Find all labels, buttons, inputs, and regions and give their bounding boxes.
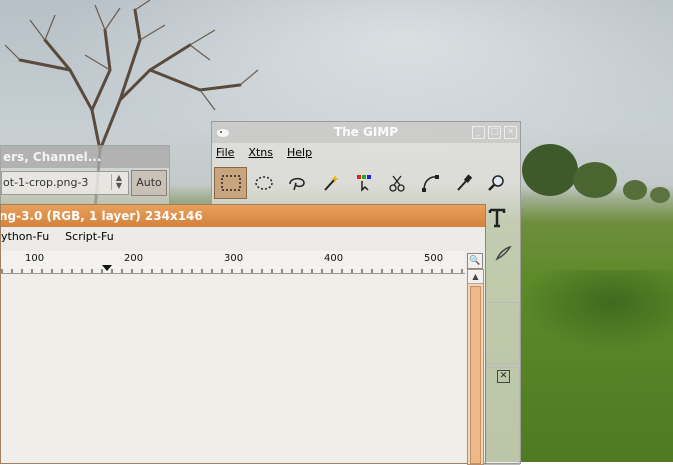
distant-trees — [522, 144, 670, 203]
ruler-pointer-icon — [102, 265, 112, 271]
toolbox-menubar: File Xtns Help — [216, 146, 312, 159]
smudge-icon — [495, 245, 512, 261]
image-menubar: ython-Fu Script-Fu — [1, 227, 485, 247]
text-icon — [489, 208, 506, 228]
color-picker-tool[interactable] — [447, 167, 480, 199]
scroll-up-icon[interactable]: ▲ — [468, 270, 483, 284]
field-shade — [520, 270, 673, 350]
ruler-label-500: 500 — [424, 253, 443, 264]
auto-button[interactable]: Auto — [131, 170, 167, 196]
image-select-value: ot-1-crop.png-3 — [3, 176, 89, 189]
image-window: ng-3.0 (RGB, 1 layer) 234x146 ython-Fu S… — [0, 204, 486, 465]
horizontal-ruler[interactable]: 100 200 300 400 500 — [1, 251, 465, 274]
color-select-icon — [357, 175, 372, 192]
layers-dialog-title: ers, Channel... — [1, 146, 169, 168]
image-select-combo[interactable]: ot-1-crop.png-3 ▲ ▼ — [1, 171, 129, 195]
combo-arrows-icon[interactable]: ▲ ▼ — [111, 174, 126, 190]
scroll-thumb[interactable] — [470, 286, 481, 464]
smudge-tool[interactable] — [488, 238, 518, 268]
color-picker-icon — [457, 174, 473, 191]
zoom-navigate-icon[interactable]: 🔍 — [467, 253, 483, 269]
rect-select-icon — [220, 175, 241, 191]
ruler-label-300: 300 — [224, 253, 243, 264]
fuzzy-select-tool[interactable] — [314, 167, 347, 199]
maximize-button[interactable]: □ — [488, 126, 501, 139]
toolbox-titlebar[interactable]: The GIMP _ □ × — [212, 122, 520, 143]
menu-file[interactable]: File — [216, 146, 234, 159]
ellipse-select-tool[interactable] — [247, 167, 280, 199]
panel-close-icon[interactable]: ✕ — [497, 370, 510, 383]
image-title-text: ng-3.0 (RGB, 1 layer) 234x146 — [1, 209, 203, 223]
zoom-tool[interactable] — [481, 167, 514, 199]
tool-options-area — [480, 302, 520, 364]
scissors-tool[interactable] — [381, 167, 414, 199]
window-controls: _ □ × — [472, 126, 517, 139]
zoom-icon — [488, 175, 505, 191]
scissors-icon — [389, 175, 405, 192]
minimize-button[interactable]: _ — [472, 126, 485, 139]
lasso-icon — [289, 177, 306, 191]
ellipse-select-icon — [255, 176, 273, 190]
ruler-label-100: 100 — [25, 253, 44, 264]
image-window-title[interactable]: ng-3.0 (RGB, 1 layer) 234x146 — [1, 205, 485, 227]
close-button[interactable]: × — [504, 126, 517, 139]
menu-script-fu[interactable]: Script-Fu — [65, 227, 114, 247]
vertical-scrollbar[interactable]: ▲ — [467, 269, 484, 465]
ruler-label-400: 400 — [324, 253, 343, 264]
ruler-label-200: 200 — [124, 253, 143, 264]
menu-help[interactable]: Help — [287, 146, 312, 159]
canvas-area[interactable] — [1, 274, 466, 463]
rect-select-tool[interactable] — [214, 167, 248, 199]
paths-tool[interactable] — [414, 167, 447, 199]
ruler-ticks: 100 200 300 400 500 — [1, 253, 463, 273]
color-select-tool[interactable] — [347, 167, 380, 199]
menu-xtns[interactable]: Xtns — [248, 146, 273, 159]
lasso-tool[interactable] — [281, 167, 314, 199]
paths-icon — [421, 175, 439, 192]
tool-row-1 — [214, 167, 514, 199]
fuzzy-select-icon — [323, 175, 339, 191]
menu-python-fu[interactable]: ython-Fu — [1, 227, 49, 247]
